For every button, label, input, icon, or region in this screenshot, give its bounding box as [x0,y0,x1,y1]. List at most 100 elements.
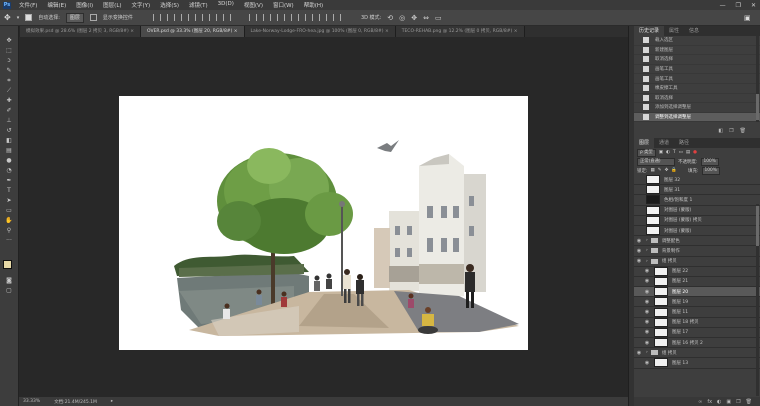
menu-item[interactable]: 视图(V) [239,1,268,9]
new-document-icon[interactable]: ❐ [729,128,733,134]
expand-arrow-icon[interactable]: › [646,350,648,355]
layer-row[interactable]: ◉ 图层 19 [634,297,760,308]
panel-tab[interactable]: 路径 [674,138,694,148]
hand-tool-icon[interactable]: ✋ [5,218,13,224]
close-tab-icon[interactable]: × [512,29,518,34]
menu-item[interactable]: 图层(L) [98,1,126,9]
layer-group-row[interactable]: ◉ › 调整配色 [634,236,760,247]
blend-mode-dropdown[interactable]: 正常(直通) [637,157,675,166]
panel-tab[interactable]: 历史记录 [634,26,665,36]
drag-3d-icon[interactable]: ✥ [411,14,417,22]
opacity-input[interactable]: 100% [700,157,719,166]
lock-pixels-icon[interactable]: ▦ [651,168,655,173]
move-tool-icon[interactable]: ✥ [5,38,13,44]
history-state[interactable]: 画笔工具 [634,74,760,84]
layer-row[interactable]: 图层 32 [634,175,760,186]
lock-all-icon[interactable]: 🔒 [671,168,677,173]
close-tab-icon[interactable]: × [232,29,238,34]
expand-arrow-icon[interactable]: › [646,248,648,253]
visibility-eye-icon[interactable]: ◉ [636,350,642,356]
layer-row[interactable]: ◉ 图层 17 [634,327,760,338]
panel-tab[interactable]: 信息 [684,26,704,36]
history-state[interactable]: 取消选择 [634,55,760,65]
filter-type-icon[interactable]: T [673,150,676,155]
tool-preset-picker[interactable]: ▾ [17,15,20,21]
quick-select-tool-icon[interactable]: ✎ [5,68,13,74]
new-layer-icon[interactable]: ❐ [736,399,740,405]
layer-row[interactable]: ◉ 图层 18 拷贝 [634,317,760,328]
layer-row[interactable]: 对图层 (蒙版) 拷贝 [634,215,760,226]
align-middle-icon[interactable] [166,14,175,21]
healing-brush-tool-icon[interactable]: ✚ [5,98,13,104]
maximize-button[interactable]: ❐ [736,2,741,9]
add-mask-icon[interactable]: ◐ [717,399,721,405]
menu-item[interactable]: 图像(I) [71,1,98,9]
history-state[interactable]: 取消选择 [634,94,760,104]
visibility-eye-icon[interactable]: ◉ [644,340,650,346]
visibility-eye-icon[interactable]: ◉ [644,299,650,305]
zoom-level[interactable]: 33.33% [23,399,40,404]
minimize-button[interactable]: — [720,2,726,9]
visibility-eye-icon[interactable]: ◉ [644,278,650,284]
document-tab[interactable]: 模拟效果.psd @ 28.6% (图层 2 拷贝 3, RGB/8#) × [20,26,142,37]
pen-tool-icon[interactable]: ✒ [5,178,13,184]
lock-paint-icon[interactable]: ✎ [658,168,662,173]
move-tool-icon[interactable]: ✥ [4,13,11,22]
align-center-icon[interactable] [208,14,217,21]
new-adjustment-icon[interactable]: ▣ [726,399,731,405]
panel-tab[interactable]: 通道 [654,138,674,148]
align-left-icon[interactable] [194,14,203,21]
layer-row[interactable]: 色相/饱和度 1 [634,195,760,206]
filter-smart-icon[interactable]: ▤ [686,150,690,155]
history-state[interactable]: 橡皮擦工具 [634,84,760,94]
layer-kind-filter[interactable]: ρ 类型 [637,148,656,157]
new-snapshot-icon[interactable]: ◧ [718,128,723,134]
quick-mask-icon[interactable]: ◙ [5,278,13,284]
layer-row[interactable]: 对图层 (蒙版) [634,226,760,237]
document-tab[interactable]: TECO-REHAB.png @ 12.2% (图层 0 拷贝, RGB/8#)… [395,26,525,37]
crop-tool-icon[interactable]: ⌗ [5,78,13,84]
roll-3d-icon[interactable]: ◎ [399,14,405,22]
filter-toggle-icon[interactable]: ● [693,150,697,155]
filter-pixel-icon[interactable]: ▣ [659,150,663,155]
filter-adjust-icon[interactable]: ◐ [666,150,670,155]
eyedropper-tool-icon[interactable]: ⟋ [5,88,13,94]
shape-tool-icon[interactable]: ▭ [5,208,13,214]
zoom-tool-icon[interactable]: ⚲ [5,228,13,234]
close-button[interactable]: ✕ [751,2,756,9]
visibility-eye-icon[interactable]: ◉ [636,238,642,244]
menu-item[interactable]: 编辑(E) [42,1,71,9]
visibility-eye-icon[interactable]: ◉ [644,319,650,325]
slide-3d-icon[interactable]: ⇔ [423,14,429,22]
delete-layer-icon[interactable]: 🗑 [746,399,752,405]
rotate-3d-icon[interactable]: ⟲ [387,14,393,22]
history-state[interactable]: 画笔工具 [634,65,760,75]
close-tab-icon[interactable]: × [384,29,389,34]
show-transform-checkbox[interactable] [89,14,97,21]
panel-tab[interactable]: 图层 [634,138,655,148]
history-scrollbar[interactable] [756,36,759,122]
distribute-middle-icon[interactable] [262,14,271,21]
distribute-center-icon[interactable] [304,14,313,21]
align-right-icon[interactable] [222,14,231,21]
dodge-tool-icon[interactable]: ◔ [5,168,13,174]
screen-mode-icon[interactable]: ▢ [5,288,13,294]
layer-style-icon[interactable]: fx [707,399,712,405]
menu-item[interactable]: 文字(Y) [127,1,156,9]
close-tab-icon[interactable]: × [129,29,134,34]
align-top-icon[interactable] [152,14,161,21]
visibility-eye-icon[interactable]: ◉ [644,329,650,335]
marquee-tool-icon[interactable]: ⬚ [5,48,13,54]
layer-group-row[interactable]: ◉ › 组 拷贝 [634,257,760,267]
filter-shape-icon[interactable]: ▭ [679,150,683,155]
visibility-eye-icon[interactable]: ◉ [636,258,642,264]
lasso-tool-icon[interactable]: ↄ [5,58,13,64]
distribute-top-icon[interactable] [248,14,257,21]
delete-state-icon[interactable]: 🗑 [740,128,746,134]
workspace-icon[interactable]: ▣ [744,14,751,22]
path-select-tool-icon[interactable]: ➤ [5,198,13,204]
visibility-eye-icon[interactable]: ◉ [644,289,650,295]
visibility-eye-icon[interactable]: ◉ [644,360,650,366]
layer-row[interactable]: 图层 31 [634,185,760,196]
foreground-color-swatch[interactable] [3,260,12,269]
